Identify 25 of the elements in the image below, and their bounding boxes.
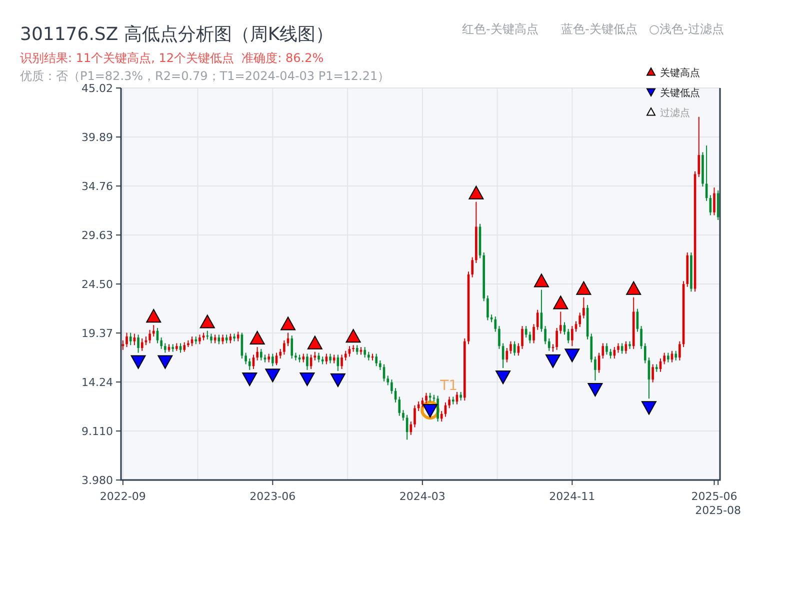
y-axis-label: 3.980 [82, 474, 113, 487]
legend-note: 红色-关键高点 [462, 22, 538, 36]
legend-label: 关键低点 [660, 88, 700, 99]
x-axis-label: 2025-08 [695, 504, 742, 517]
annotation-label: T1 [440, 378, 458, 394]
x-axis-label: 2025-06 [691, 490, 738, 503]
x-axis-label: 2024-11 [549, 490, 596, 503]
y-axis-label: 19.37 [82, 327, 113, 340]
chart-title: 301176.SZ 高低点分析图（周K线图） [20, 24, 334, 45]
y-axis-label: 14.24 [82, 376, 113, 389]
y-axis-label: 9.110 [82, 425, 113, 438]
legend-label: 过滤点 [660, 108, 690, 119]
y-axis-label: 45.02 [82, 82, 113, 95]
result-summary: 识别结果: 11个关键高点, 12个关键低点 准确度: 86.2% [20, 51, 324, 65]
y-axis-label: 34.76 [82, 180, 113, 193]
y-axis-label: 29.63 [82, 229, 113, 242]
x-axis-label: 2022-09 [100, 490, 146, 503]
legend-note: 蓝色-关键低点 [561, 22, 638, 36]
quality-summary: 优质：否（P1=82.3%，R2=0.79；T1=2024-04-03 P1=12.21） [20, 69, 390, 83]
legend-note: ○浅色-过滤点 [649, 22, 724, 36]
y-axis-label: 39.89 [82, 131, 113, 144]
x-axis-label: 2024-03 [399, 490, 446, 503]
x-axis-label: 2023-06 [250, 490, 296, 503]
y-axis-label: 24.50 [82, 278, 113, 291]
legend-label: 关键高点 [660, 68, 700, 79]
